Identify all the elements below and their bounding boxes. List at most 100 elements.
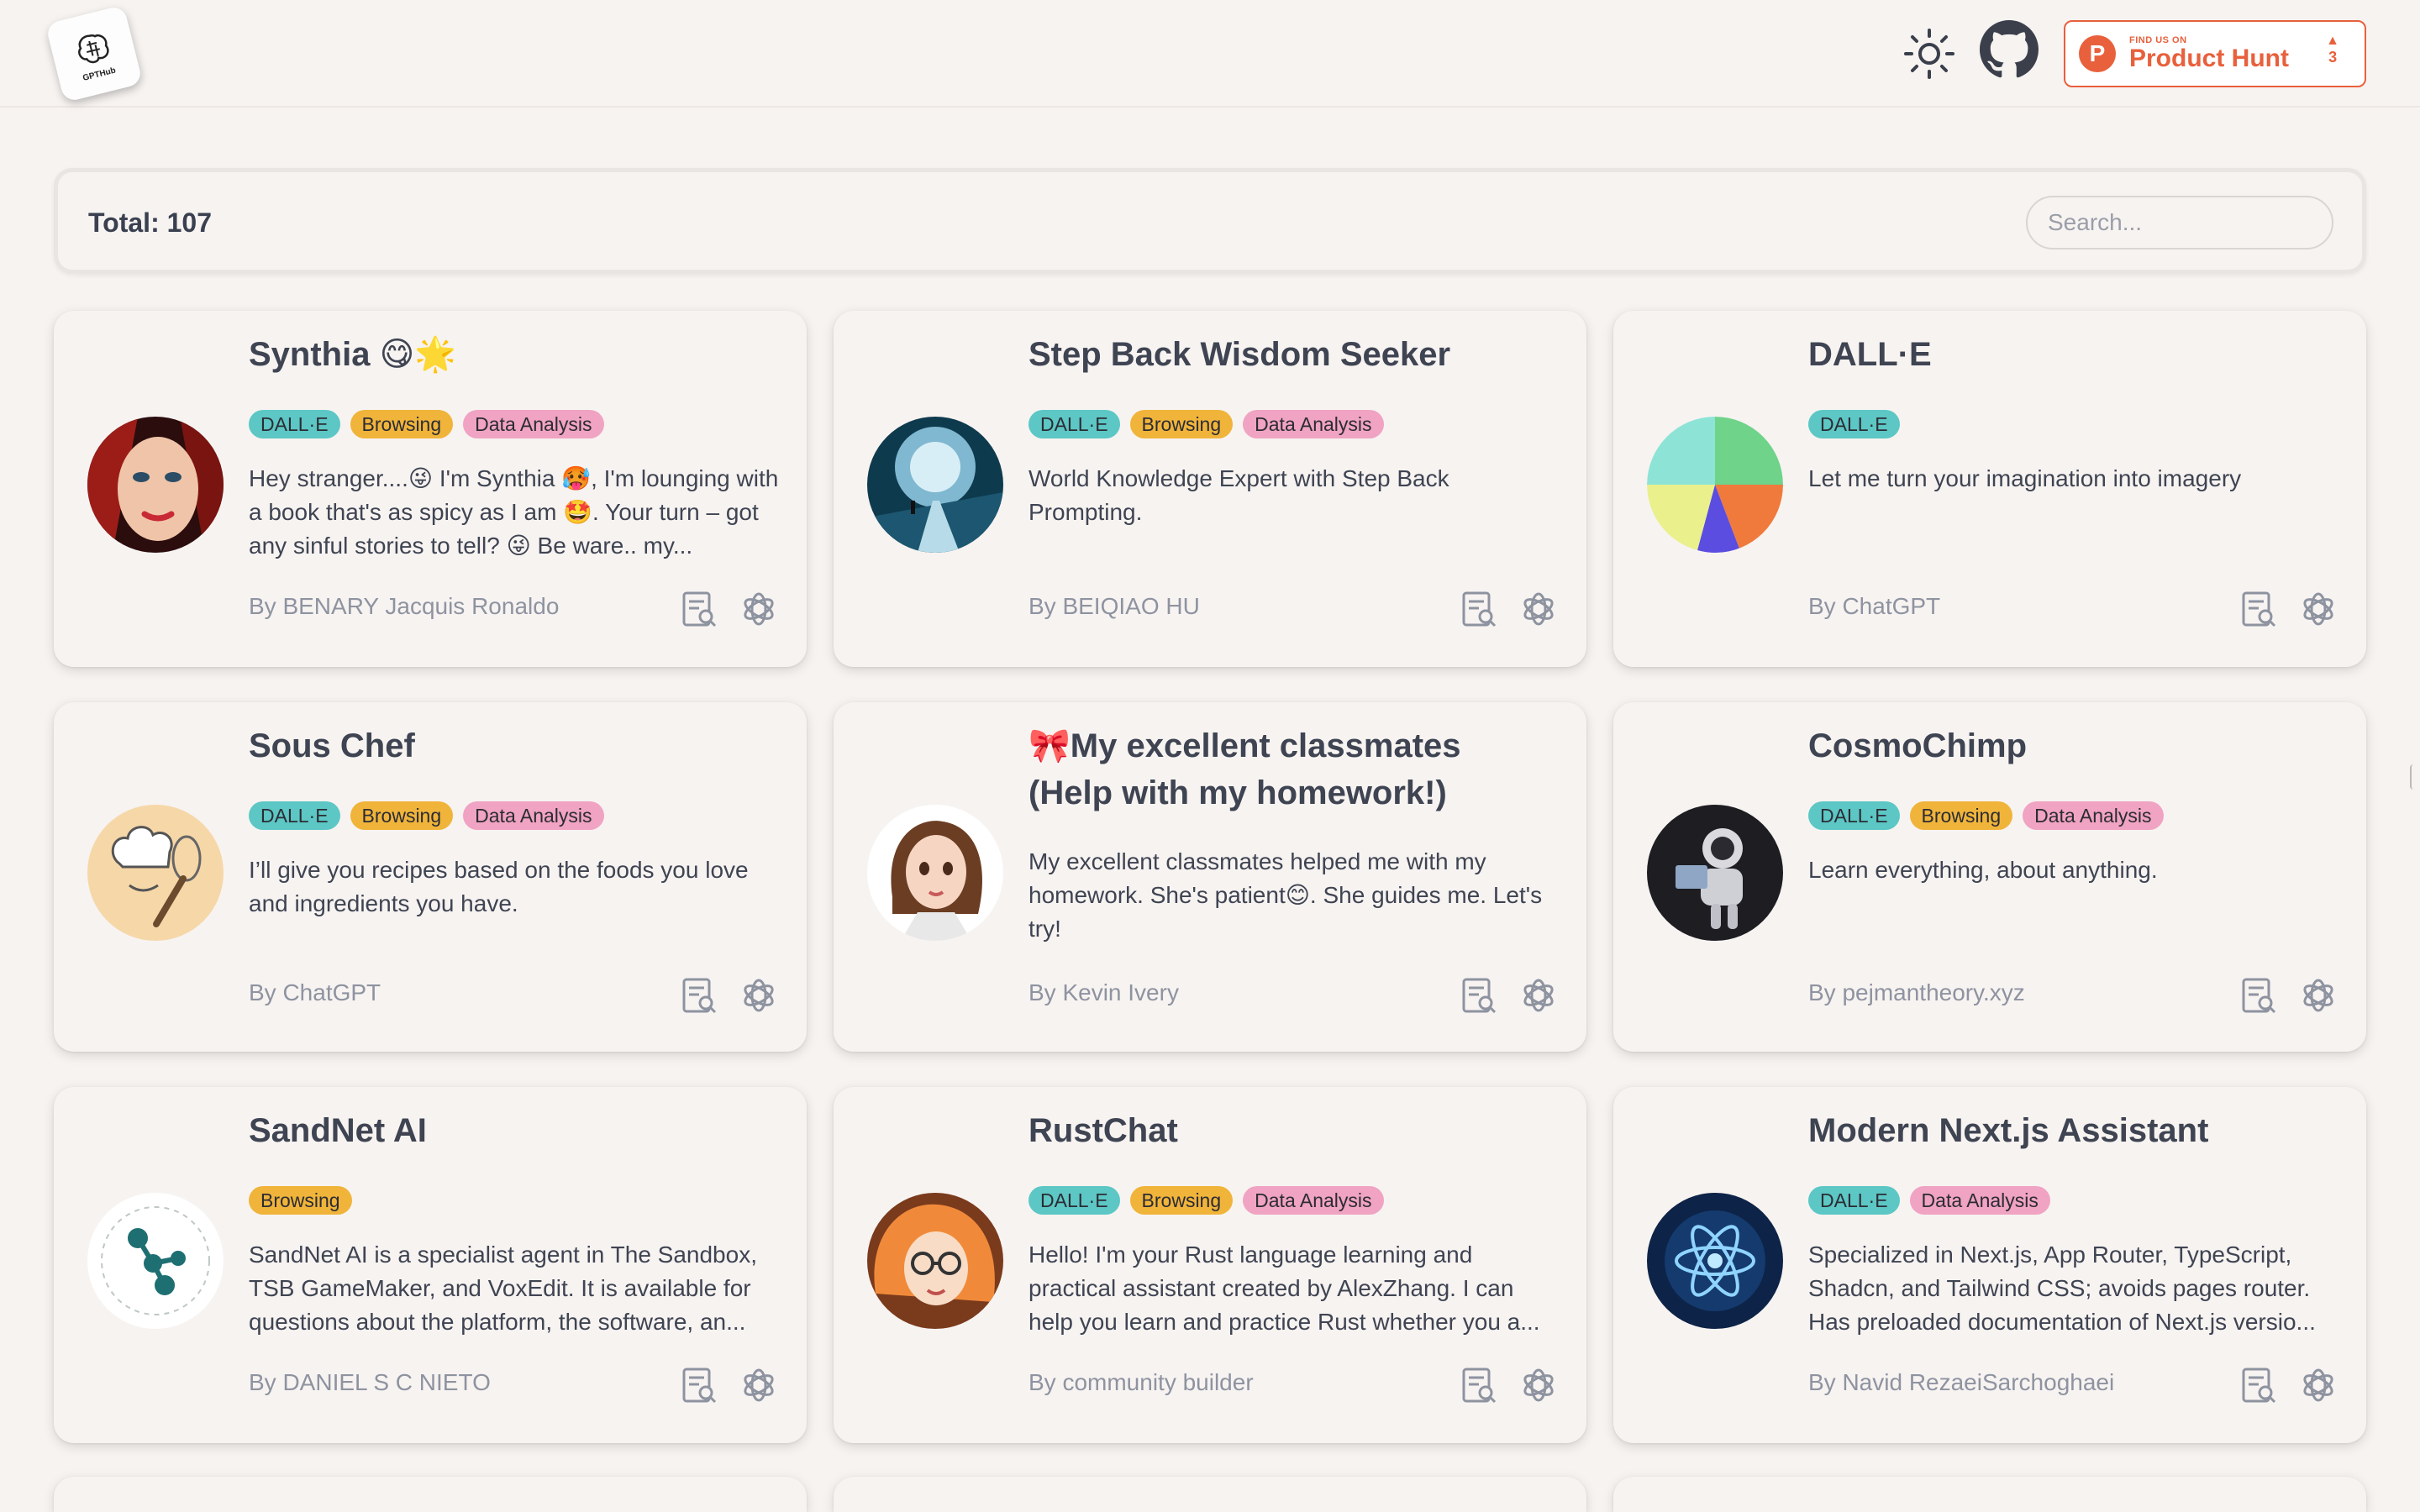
open-in-chatgpt-button[interactable]: [1518, 588, 1560, 630]
gpt-description: Hey stranger....😜 I'm Synthia 🥵, I'm lou…: [249, 465, 779, 559]
tag-dalle: DALL·E: [1808, 410, 1900, 438]
document-search-icon: [682, 591, 717, 627]
tag-browsing: Browsing: [350, 801, 454, 830]
gpt-description: SandNet AI is a specialist agent in The …: [249, 1242, 757, 1335]
gpt-description: Hello! I'm your Rust language learning a…: [1028, 1242, 1540, 1335]
view-details-button[interactable]: [677, 1364, 719, 1406]
gpt-card[interactable]: CosmoChimp DALL·E Browsing Data Analysis…: [1613, 702, 2366, 1052]
sun-icon: [1904, 29, 1954, 79]
github-link[interactable]: [1980, 20, 2039, 79]
product-hunt-icon: P: [2079, 35, 2116, 72]
gpt-description: My excellent classmates helped me with m…: [1028, 848, 1543, 942]
tag-dalle: DALL·E: [1028, 1186, 1120, 1215]
gpt-card[interactable]: [54, 1477, 807, 1512]
gpt-title: RustChat: [1028, 1112, 1178, 1149]
document-search-icon: [682, 978, 717, 1014]
total-count: Total: 107: [88, 207, 212, 238]
view-details-button[interactable]: [1457, 1364, 1499, 1406]
product-hunt-badge[interactable]: P FIND US ON Product Hunt ▲ 3: [2064, 20, 2366, 87]
tag-data-analysis: Data Analysis: [1909, 1186, 2050, 1215]
gpt-avatar: [87, 417, 224, 553]
view-details-button[interactable]: [1457, 588, 1499, 630]
gpt-avatar: [1647, 417, 1783, 553]
view-details-button[interactable]: [2237, 974, 2279, 1016]
open-in-chatgpt-button[interactable]: [2297, 588, 2339, 630]
gpt-author: By community builder: [1028, 1369, 1254, 1395]
gpt-avatar: [1647, 1193, 1783, 1329]
gpt-avatar: [87, 805, 224, 941]
capability-tags: Browsing: [249, 1186, 352, 1215]
gpt-author: By BENARY Jacquis Ronaldo: [249, 593, 560, 619]
gpt-title: DALL·E: [1808, 336, 1932, 373]
gpt-title: 🎀My excellent classmates (Help with my h…: [1028, 727, 1461, 811]
view-details-button[interactable]: [1457, 974, 1499, 1016]
tag-data-analysis: Data Analysis: [1243, 410, 1384, 438]
gpt-author: By pejmantheory.xyz: [1808, 979, 2025, 1005]
gpt-title: Step Back Wisdom Seeker: [1028, 336, 1451, 373]
gpt-author: By Kevin Ivery: [1028, 979, 1179, 1005]
openai-icon: [2303, 979, 2333, 1012]
gpt-card[interactable]: Modern Next.js Assistant DALL·E Data Ana…: [1613, 1087, 2366, 1443]
capability-tags: DALL·E Browsing Data Analysis: [249, 410, 604, 438]
openai-icon: [744, 592, 774, 626]
open-in-chatgpt-button[interactable]: [738, 588, 780, 630]
capability-tags: DALL·E Data Analysis: [1808, 1186, 2050, 1215]
gpt-description: Learn everything, about anything.: [1808, 857, 2158, 883]
tag-data-analysis: Data Analysis: [1243, 1186, 1384, 1215]
tag-dalle: DALL·E: [1808, 801, 1900, 830]
gpt-title: Sous Chef: [249, 727, 415, 764]
gpt-description: I’ll give you recipes based on the foods…: [249, 857, 749, 916]
view-details-button[interactable]: [2237, 1364, 2279, 1406]
gpt-author: By BEIQIAO HU: [1028, 593, 1200, 619]
gpt-avatar: [867, 417, 1003, 553]
open-in-chatgpt-button[interactable]: [1518, 1364, 1560, 1406]
gpt-card[interactable]: [1613, 1477, 2366, 1512]
view-details-button[interactable]: [2237, 588, 2279, 630]
view-details-button[interactable]: [677, 588, 719, 630]
tag-browsing: Browsing: [1129, 1186, 1234, 1215]
gpt-title: SandNet AI: [249, 1112, 427, 1149]
document-search-icon: [2242, 591, 2276, 627]
scrollbar[interactable]: [2410, 764, 2418, 790]
open-in-chatgpt-button[interactable]: [2297, 974, 2339, 1016]
gpt-card[interactable]: [834, 1477, 1586, 1512]
open-in-chatgpt-button[interactable]: [738, 1364, 780, 1406]
openai-icon: [744, 979, 774, 1012]
open-in-chatgpt-button[interactable]: [1518, 974, 1560, 1016]
capability-tags: DALL·E Browsing Data Analysis: [1028, 1186, 1384, 1215]
gpt-card[interactable]: 🎀My excellent classmates (Help with my h…: [834, 702, 1586, 1052]
gpthub-logo[interactable]: GPTHub: [45, 4, 144, 103]
document-search-icon: [1462, 978, 1497, 1014]
gpt-avatar: [867, 805, 1003, 941]
brain-icon: [77, 34, 109, 63]
gpt-card[interactable]: SandNet AI Browsing SandNet AI is a spec…: [54, 1087, 807, 1443]
openai-icon: [1523, 592, 1554, 626]
upvote-icon: ▲: [2326, 34, 2339, 48]
view-details-button[interactable]: [677, 974, 719, 1016]
gpt-description: World Knowledge Expert with Step Back Pr…: [1028, 465, 1449, 525]
tag-dalle: DALL·E: [1028, 410, 1120, 438]
gpt-card[interactable]: Sous Chef DALL·E Browsing Data Analysis …: [54, 702, 807, 1052]
theme-toggle-button[interactable]: [1901, 25, 1958, 82]
document-search-icon: [2242, 1368, 2276, 1404]
open-in-chatgpt-button[interactable]: [2297, 1364, 2339, 1406]
gpt-avatar: [867, 1193, 1003, 1329]
gpt-avatar: [87, 1193, 224, 1329]
openai-icon: [1523, 1368, 1554, 1402]
open-in-chatgpt-button[interactable]: [738, 974, 780, 1016]
capability-tags: DALL·E Browsing Data Analysis: [1028, 410, 1384, 438]
tag-browsing: Browsing: [249, 1186, 352, 1215]
gpt-title: Synthia 😋🌟: [249, 336, 457, 373]
gpt-card[interactable]: Synthia 😋🌟 DALL·E Browsing Data Analysis…: [54, 311, 807, 667]
gpt-author: By Navid RezaeiSarchoghaei: [1808, 1369, 2115, 1395]
document-search-icon: [2242, 978, 2276, 1014]
search-input[interactable]: [2026, 196, 2333, 249]
openai-icon: [2303, 592, 2333, 626]
gpt-card[interactable]: DALL·E DALL·E Let me turn your imaginati…: [1613, 311, 2366, 667]
tag-dalle: DALL·E: [249, 410, 340, 438]
gpt-card[interactable]: RustChat DALL·E Browsing Data Analysis H…: [834, 1087, 1586, 1443]
openai-icon: [744, 1368, 774, 1402]
tag-browsing: Browsing: [1129, 410, 1234, 438]
gpt-description: Specialized in Next.js, App Router, Type…: [1808, 1242, 2316, 1335]
gpt-card[interactable]: Step Back Wisdom Seeker DALL·E Browsing …: [834, 311, 1586, 667]
